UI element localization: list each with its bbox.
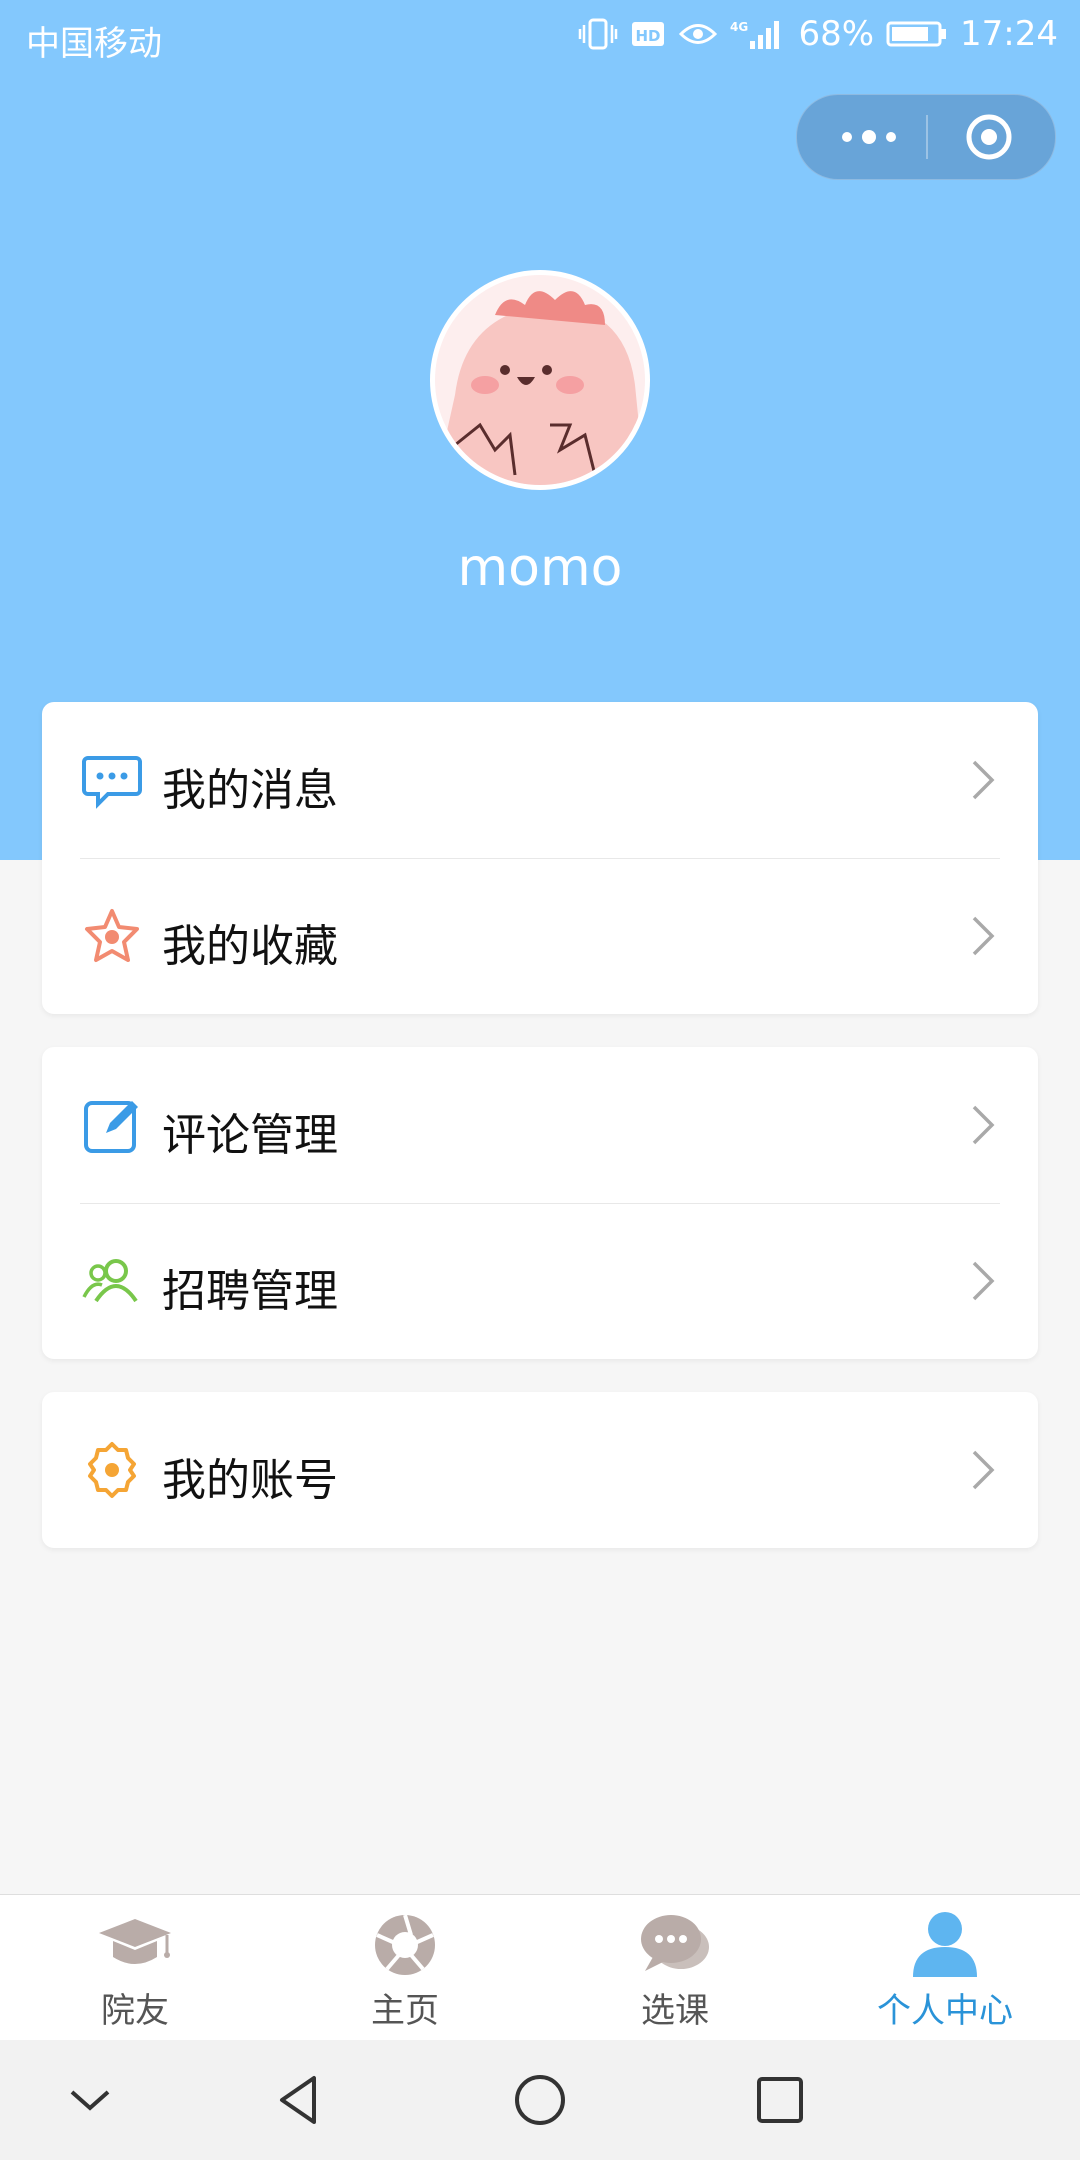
users-icon — [82, 1259, 138, 1303]
tab-label: 选课 — [641, 1991, 709, 2031]
chat-bubbles-icon — [641, 1915, 709, 1971]
tab-label: 个人中心 — [877, 1991, 1013, 2031]
chevron-right-icon — [972, 1105, 995, 1145]
tab-home[interactable]: 主页 — [270, 1895, 540, 2041]
menu-item-label: 我的消息 — [162, 765, 338, 816]
battery-percent: 68% — [798, 14, 875, 54]
recents-square-icon[interactable] — [750, 2070, 810, 2130]
mini-program-capsule — [796, 94, 1056, 180]
username: momo — [457, 538, 623, 598]
tab-personal-center[interactable]: 个人中心 — [810, 1895, 1080, 2041]
menu-card-messages: 我的消息 我的收藏 — [42, 702, 1038, 1014]
menu-item-comment-management[interactable]: 评论管理 — [42, 1047, 1038, 1203]
menu-item-recruitment-management[interactable]: 招聘管理 — [42, 1203, 1038, 1359]
gear-icon — [88, 1442, 136, 1498]
message-icon — [82, 756, 142, 809]
chevron-right-icon — [972, 916, 995, 956]
menu-item-my-messages[interactable]: 我的消息 — [42, 702, 1038, 858]
4g-signal-icon: 4G — [730, 20, 780, 49]
menu-card-management: 评论管理 招聘管理 — [42, 1047, 1038, 1359]
collapse-chevron-icon[interactable] — [60, 2070, 120, 2130]
bottom-tab-bar: 院友 主页 选课 个人中心 — [0, 1894, 1080, 2041]
status-bar: 中国移动 HD 4G 68% 17:24 — [0, 0, 1080, 74]
svg-text:HD: HD — [636, 27, 661, 45]
carrier-label: 中国移动 — [26, 24, 162, 64]
clock: 17:24 — [960, 14, 1058, 54]
more-dots-icon[interactable] — [837, 115, 901, 159]
chevron-right-icon — [972, 1450, 995, 1490]
battery-icon — [886, 21, 947, 47]
tab-course-selection[interactable]: 选课 — [540, 1895, 810, 2041]
avatar[interactable] — [430, 270, 650, 490]
home-circle-icon[interactable] — [510, 2070, 570, 2130]
menu-item-label: 评论管理 — [162, 1110, 338, 1161]
svg-text:4G: 4G — [730, 20, 748, 34]
close-target-icon[interactable] — [963, 111, 1015, 163]
menu-item-label: 招聘管理 — [162, 1266, 338, 1317]
avatar-illustration — [435, 275, 645, 485]
menu-item-my-account[interactable]: 我的账号 — [42, 1392, 1038, 1548]
tab-alumni[interactable]: 院友 — [0, 1895, 270, 2041]
favorite-star-icon — [85, 909, 139, 962]
graduation-cap-icon — [99, 1919, 171, 1964]
chevron-right-icon — [972, 760, 995, 800]
menu-item-my-favorites[interactable]: 我的收藏 — [42, 858, 1038, 1014]
menu-card-account: 我的账号 — [42, 1392, 1038, 1548]
edit-comment-icon — [84, 1101, 138, 1153]
tab-label: 院友 — [101, 1991, 169, 2031]
back-triangle-icon[interactable] — [270, 2070, 330, 2130]
menu-item-label: 我的收藏 — [162, 921, 338, 972]
vibrate-icon — [579, 18, 618, 50]
hd-icon: HD — [632, 22, 665, 46]
aperture-icon — [375, 1914, 435, 1975]
menu-item-label: 我的账号 — [162, 1455, 338, 1506]
tab-label: 主页 — [371, 1991, 439, 2031]
system-nav-bar — [0, 2040, 1080, 2160]
person-icon — [913, 1912, 977, 1977]
capsule-divider — [926, 115, 928, 159]
eye-icon — [679, 24, 718, 44]
chevron-right-icon — [972, 1261, 995, 1301]
